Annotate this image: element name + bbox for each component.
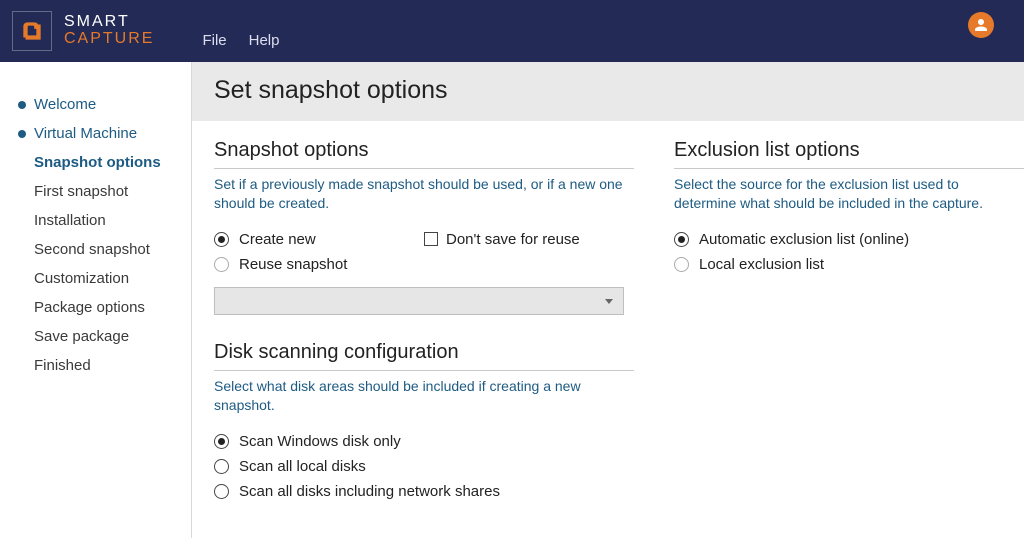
- exclusion-section-title: Exclusion list options: [674, 139, 1024, 169]
- nav-label: Installation: [34, 212, 106, 229]
- nav-finished[interactable]: Finished: [18, 351, 191, 380]
- nav-label: Customization: [34, 270, 129, 287]
- radio-scan-network[interactable]: Scan all disks including network shares: [214, 479, 634, 504]
- radio-icon: [214, 459, 229, 474]
- nav-label: Virtual Machine: [34, 125, 137, 142]
- radio-scan-local[interactable]: Scan all local disks: [214, 454, 634, 479]
- radio-exclusion-auto[interactable]: Automatic exclusion list (online): [674, 227, 1024, 252]
- checkbox-label: Don't save for reuse: [446, 231, 580, 248]
- nav-label: Finished: [34, 357, 91, 374]
- nav-label: Package options: [34, 299, 145, 316]
- app-logo: [12, 11, 52, 51]
- disk-section-title: Disk scanning configuration: [214, 341, 634, 371]
- snapshot-section-title: Snapshot options: [214, 139, 634, 169]
- header: SMART CAPTURE File Help: [0, 0, 1024, 62]
- nav-first-snapshot[interactable]: First snapshot: [18, 177, 191, 206]
- brand: SMART CAPTURE: [64, 14, 154, 48]
- radio-icon: [674, 257, 689, 272]
- radio-reuse-snapshot[interactable]: Reuse snapshot: [214, 252, 634, 277]
- radio-exclusion-local[interactable]: Local exclusion list: [674, 252, 1024, 277]
- bullet-icon: [18, 101, 26, 109]
- radio-label: Create new: [239, 231, 316, 248]
- checkbox-dont-save[interactable]: Don't save for reuse: [424, 227, 580, 252]
- nav-label: First snapshot: [34, 183, 128, 200]
- nav-label: Second snapshot: [34, 241, 150, 258]
- radio-label: Scan all disks including network shares: [239, 483, 500, 500]
- main: Set snapshot options Snapshot options Se…: [192, 62, 1024, 538]
- radio-label: Automatic exclusion list (online): [699, 231, 909, 248]
- menu-bar: File Help: [202, 32, 279, 49]
- radio-scan-windows[interactable]: Scan Windows disk only: [214, 429, 634, 454]
- nav-label: Snapshot options: [34, 154, 161, 171]
- radio-icon: [214, 434, 229, 449]
- exclusion-section-desc: Select the source for the exclusion list…: [674, 175, 1024, 213]
- radio-icon: [214, 257, 229, 272]
- brand-line2: CAPTURE: [64, 31, 154, 48]
- nav-virtual-machine[interactable]: Virtual Machine: [18, 119, 191, 148]
- nav-customization[interactable]: Customization: [18, 264, 191, 293]
- menu-file[interactable]: File: [202, 32, 226, 49]
- nav-installation[interactable]: Installation: [18, 206, 191, 235]
- nav-save-package[interactable]: Save package: [18, 322, 191, 351]
- radio-label: Scan Windows disk only: [239, 433, 401, 450]
- nav-label: Welcome: [34, 96, 96, 113]
- nav-label: Save package: [34, 328, 129, 345]
- snapshot-section-desc: Set if a previously made snapshot should…: [214, 175, 634, 213]
- nav-welcome[interactable]: Welcome: [18, 90, 191, 119]
- radio-create-new[interactable]: Create new: [214, 227, 316, 252]
- user-icon[interactable]: [968, 12, 994, 38]
- nav-snapshot-options[interactable]: Snapshot options: [18, 148, 191, 177]
- radio-icon: [214, 232, 229, 247]
- reuse-snapshot-select[interactable]: [214, 287, 624, 315]
- menu-help[interactable]: Help: [249, 32, 280, 49]
- bullet-icon: [18, 130, 26, 138]
- radio-label: Scan all local disks: [239, 458, 366, 475]
- radio-label: Local exclusion list: [699, 256, 824, 273]
- nav-package-options[interactable]: Package options: [18, 293, 191, 322]
- page-title: Set snapshot options: [214, 76, 1002, 105]
- radio-icon: [214, 484, 229, 499]
- disk-section-desc: Select what disk areas should be include…: [214, 377, 634, 415]
- brand-line1: SMART: [64, 14, 154, 31]
- radio-label: Reuse snapshot: [239, 256, 347, 273]
- checkbox-icon: [424, 232, 438, 246]
- nav-second-snapshot[interactable]: Second snapshot: [18, 235, 191, 264]
- title-bar: Set snapshot options: [192, 62, 1024, 121]
- sidebar: Welcome Virtual Machine Snapshot options…: [0, 62, 192, 538]
- radio-icon: [674, 232, 689, 247]
